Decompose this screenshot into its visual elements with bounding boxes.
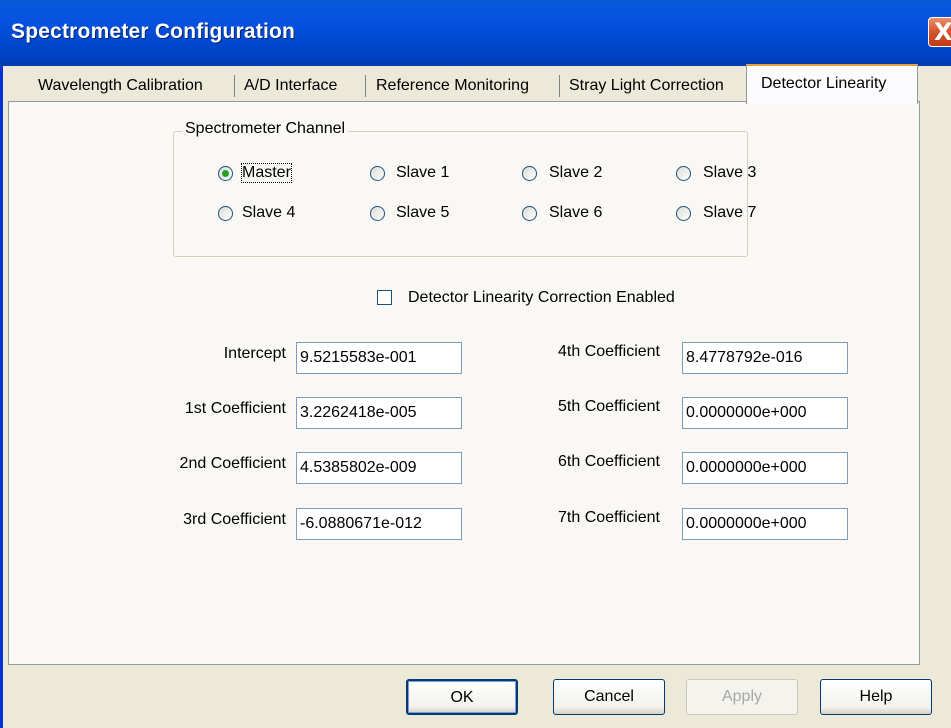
- spectrometer-channel-group: [173, 131, 748, 257]
- radio-label-slave-3[interactable]: Slave 3: [703, 164, 756, 182]
- intercept-label: Intercept: [223, 345, 286, 362]
- coefficient-4-label: 4th Coefficient: [558, 343, 660, 360]
- tab-label: Reference Monitoring: [376, 77, 529, 94]
- window-title: Spectrometer Configuration: [11, 20, 296, 43]
- coefficient-3-field[interactable]: -6.0880671e-012: [296, 508, 462, 540]
- intercept-field[interactable]: 9.5215583e-001: [296, 342, 462, 374]
- radio-label-slave-2[interactable]: Slave 2: [549, 164, 602, 182]
- help-button[interactable]: Help: [820, 679, 932, 715]
- radio-slave-4[interactable]: [218, 206, 233, 221]
- coefficient-1-label: 1st Coefficient: [184, 400, 286, 417]
- radio-slave-2[interactable]: [522, 166, 537, 181]
- coefficient-6-field[interactable]: 0.0000000e+000: [682, 452, 848, 484]
- radio-label-slave-6[interactable]: Slave 6: [549, 204, 602, 222]
- close-icon: X: [934, 18, 951, 46]
- cancel-button[interactable]: Cancel: [553, 679, 665, 715]
- coefficient-5-label: 5th Coefficient: [558, 398, 660, 415]
- coefficient-4-field[interactable]: 8.4778792e-016: [682, 342, 848, 374]
- tab-label: Detector Linearity: [761, 75, 887, 92]
- coefficient-3-label: 3rd Coefficient: [183, 511, 286, 528]
- dialog-window: Spectrometer Configuration X Wavelength …: [0, 0, 951, 728]
- radio-label-master[interactable]: Master: [241, 163, 292, 183]
- coefficient-2-label: 2nd Coefficient: [179, 455, 286, 472]
- tab-stray-light-correction[interactable]: Stray Light Correction: [560, 72, 746, 102]
- apply-button[interactable]: Apply: [686, 679, 798, 715]
- tab-detector-linearity[interactable]: Detector Linearity: [746, 64, 918, 104]
- coefficient-7-field[interactable]: 0.0000000e+000: [682, 508, 848, 540]
- radio-selected-dot: [222, 170, 229, 177]
- close-button[interactable]: X: [928, 17, 951, 47]
- radio-label-slave-4[interactable]: Slave 4: [242, 204, 295, 222]
- window-frame-left: [0, 66, 3, 728]
- radio-slave-5[interactable]: [370, 206, 385, 221]
- tab-label: Stray Light Correction: [569, 77, 724, 94]
- coefficient-2-field[interactable]: 4.5385802e-009: [296, 452, 462, 484]
- coefficient-6-label: 6th Coefficient: [558, 453, 660, 470]
- coefficient-7-label: 7th Coefficient: [558, 509, 660, 526]
- radio-label-slave-1[interactable]: Slave 1: [396, 164, 449, 182]
- tab-wavelength-calibration[interactable]: Wavelength Calibration: [28, 72, 235, 102]
- radio-slave-1[interactable]: [370, 166, 385, 181]
- group-label: Spectrometer Channel: [182, 120, 349, 138]
- tab-ad-interface[interactable]: A/D Interface: [235, 72, 366, 102]
- radio-slave-7[interactable]: [676, 206, 691, 221]
- tab-label: A/D Interface: [244, 77, 338, 94]
- radio-label-slave-5[interactable]: Slave 5: [396, 204, 449, 222]
- radio-master[interactable]: [218, 166, 233, 181]
- radio-slave-6[interactable]: [522, 206, 537, 221]
- ok-button[interactable]: OK: [406, 679, 518, 715]
- linearity-correction-checkbox[interactable]: [377, 290, 392, 305]
- coefficient-5-field[interactable]: 0.0000000e+000: [682, 397, 848, 429]
- linearity-correction-label[interactable]: Detector Linearity Correction Enabled: [408, 289, 675, 307]
- coefficient-1-field[interactable]: 3.2262418e-005: [296, 397, 462, 429]
- radio-slave-3[interactable]: [676, 166, 691, 181]
- radio-label-slave-7[interactable]: Slave 7: [703, 204, 756, 222]
- tab-reference-monitoring[interactable]: Reference Monitoring: [366, 72, 560, 102]
- tab-label: Wavelength Calibration: [38, 77, 203, 94]
- title-bar[interactable]: Spectrometer Configuration X: [0, 0, 951, 66]
